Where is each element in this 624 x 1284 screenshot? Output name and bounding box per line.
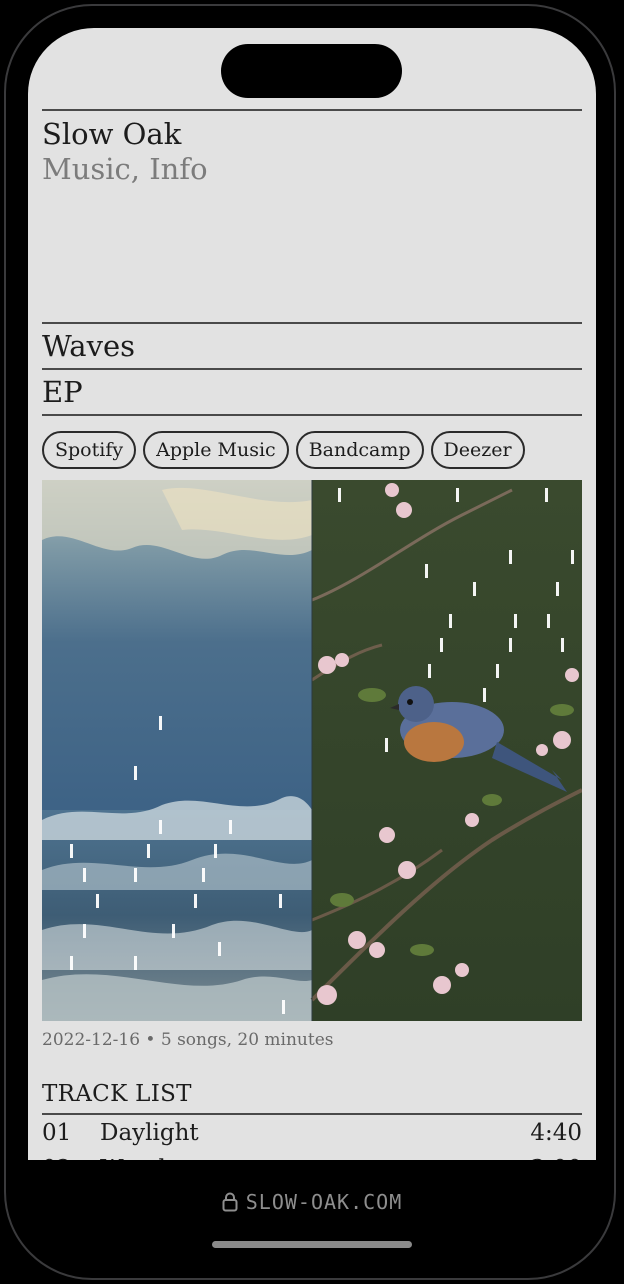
divider <box>42 414 582 416</box>
album-cover <box>42 480 582 1021</box>
page-subtitle: Music, Info <box>42 152 208 186</box>
phone-frame: Slow Oak Music, Info Waves EP Spotify Ap… <box>0 0 624 1284</box>
track-row[interactable]: 02 Weather 3:00 <box>42 1151 582 1160</box>
track-list-heading: TRACK LIST <box>42 1081 192 1107</box>
screen: Slow Oak Music, Info Waves EP Spotify Ap… <box>28 28 596 1160</box>
browser-bar: SLOW-OAK.COM <box>0 1160 624 1284</box>
deezer-link[interactable]: Deezer <box>430 431 525 469</box>
streaming-links: Spotify Apple Music Bandcamp Deezer <box>42 431 582 469</box>
bandcamp-link[interactable]: Bandcamp <box>295 431 424 469</box>
track-number: 01 <box>42 1120 72 1146</box>
artist-name[interactable]: Slow Oak <box>42 117 582 151</box>
spotify-link[interactable]: Spotify <box>42 431 137 469</box>
url-text: SLOW-OAK.COM <box>245 1190 403 1214</box>
track-duration: 4:40 <box>530 1120 582 1146</box>
lock-icon <box>222 1192 238 1217</box>
album-title: Waves <box>42 329 136 363</box>
track-duration: 3:00 <box>530 1151 582 1160</box>
track-row[interactable]: 01 Daylight 4:40 <box>42 1115 582 1151</box>
apple-music-link[interactable]: Apple Music <box>143 431 289 469</box>
dynamic-island <box>221 44 402 98</box>
home-indicator[interactable] <box>212 1241 412 1248</box>
page-content: Slow Oak Music, Info Waves EP Spotify Ap… <box>42 109 582 1160</box>
address-bar[interactable]: SLOW-OAK.COM <box>0 1190 624 1217</box>
track-title: Weather <box>100 1151 530 1160</box>
release-type: EP <box>42 375 83 409</box>
track-title: Daylight <box>100 1120 199 1146</box>
divider <box>42 109 582 111</box>
track-number: 02 <box>42 1151 100 1160</box>
release-meta: 2022-12-16 • 5 songs, 20 minutes <box>42 1030 334 1050</box>
